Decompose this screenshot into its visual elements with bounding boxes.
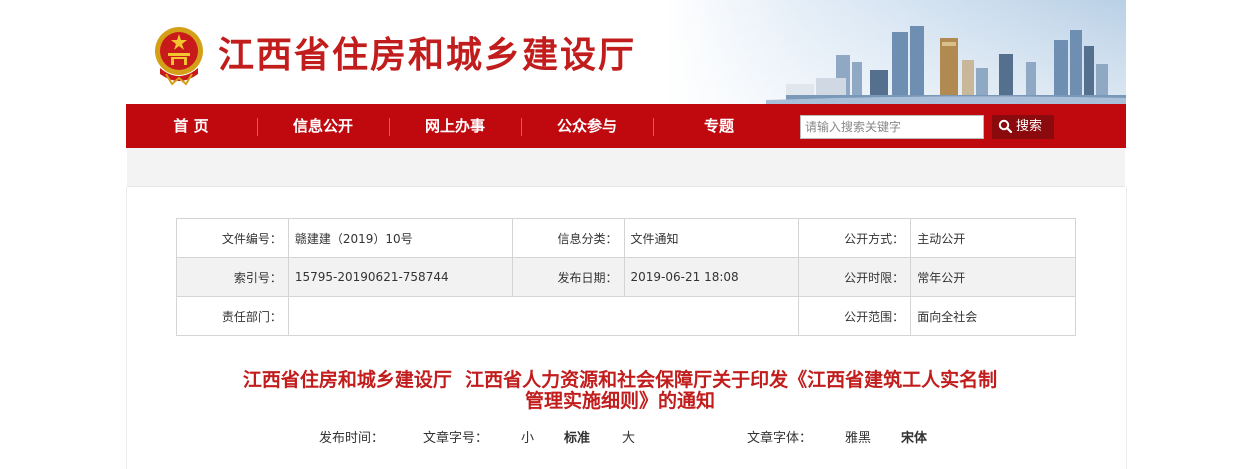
city-skyline-banner <box>666 0 1126 104</box>
nav-item-info-disclosure[interactable]: 信息公开 <box>258 104 388 148</box>
font-family-label: 文章字体： <box>747 431 813 446</box>
article-title: 江西省住房和城乡建设厅 江西省人力资源和社会保障厅关于印发《江西省建筑工人实名制… <box>140 370 1100 412</box>
disclosure-method-label: 公开方式： <box>798 218 912 258</box>
article-title-line-2: 管理实施细则》的通知 <box>524 390 715 412</box>
index-number-value: 15795-20190621-758744 <box>287 257 513 297</box>
search-button-label: 搜索 <box>1016 119 1043 134</box>
file-number-value: 赣建建（2019）10号 <box>287 218 513 258</box>
search-button[interactable]: 搜索 <box>992 115 1054 139</box>
font-song-option[interactable]: 宋体 <box>901 431 927 447</box>
responsible-department-value <box>287 296 800 336</box>
breadcrumb-bar <box>127 148 1125 187</box>
category-label: 信息分类： <box>511 218 625 258</box>
search-icon <box>998 119 1013 134</box>
category-value: 文件通知 <box>623 218 800 258</box>
search-input[interactable] <box>800 115 984 139</box>
disclosure-period-value: 常年公开 <box>910 257 1076 297</box>
table-row: 索引号： 15795-20190621-758744 发布日期： 2019-06… <box>176 257 1076 297</box>
nav-item-topics[interactable]: 专题 <box>654 104 784 148</box>
nav-item-home[interactable]: 首 页 <box>126 104 256 148</box>
publish-date-label: 发布日期： <box>511 257 625 297</box>
national-emblem-icon <box>155 27 203 86</box>
font-size-standard-option[interactable]: 标准 <box>564 431 590 447</box>
nav-item-public-participation[interactable]: 公众参与 <box>522 104 652 148</box>
disclosure-method-value: 主动公开 <box>910 218 1076 258</box>
document-metadata-table: 文件编号： 赣建建（2019）10号 信息分类： 文件通知 公开方式： 主动公开… <box>176 218 1076 336</box>
site-title: 江西省住房和城乡建设厅 <box>218 35 637 76</box>
disclosure-scope-label: 公开范围： <box>798 296 912 336</box>
table-row: 文件编号： 赣建建（2019）10号 信息分类： 文件通知 公开方式： 主动公开 <box>176 218 1076 258</box>
index-number-label: 索引号： <box>176 257 289 297</box>
file-number-label: 文件编号： <box>176 218 289 258</box>
article-title-line-1: 江西省住房和城乡建设厅 江西省人力资源和社会保障厅关于印发《江西省建筑工人实名制 <box>242 369 998 391</box>
table-row: 责任部门： 公开范围： 面向全社会 <box>176 296 1076 336</box>
publish-date-value: 2019-06-21 18:08 <box>623 257 800 297</box>
font-size-large-option[interactable]: 大 <box>622 431 635 447</box>
disclosure-scope-value: 面向全社会 <box>910 296 1076 336</box>
nav-item-online-services[interactable]: 网上办事 <box>390 104 520 148</box>
font-yahei-option[interactable]: 雅黑 <box>845 431 871 447</box>
disclosure-period-label: 公开时限： <box>798 257 912 297</box>
font-size-small-option[interactable]: 小 <box>521 431 534 447</box>
font-size-label: 文章字号： <box>423 431 489 446</box>
publish-time-label: 发布时间： <box>319 431 385 446</box>
responsible-department-label: 责任部门： <box>176 296 289 336</box>
